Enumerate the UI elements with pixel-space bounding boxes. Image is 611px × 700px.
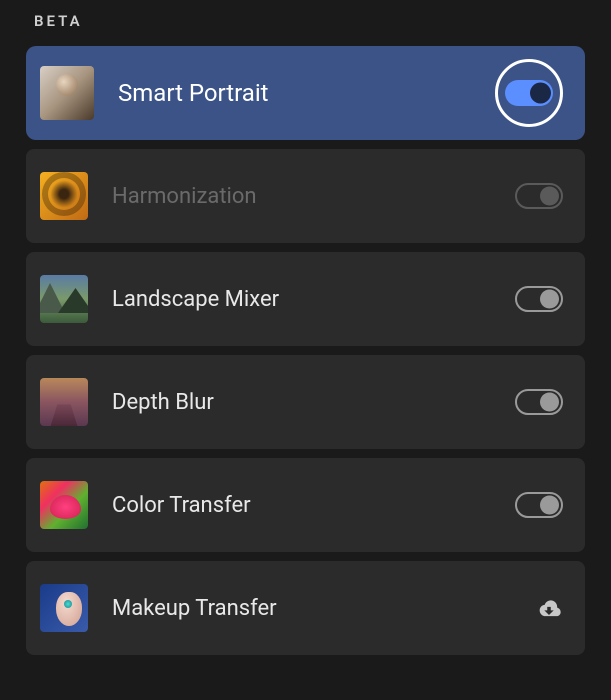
toggle-switch[interactable] (515, 183, 563, 209)
toggle-switch[interactable] (515, 286, 563, 312)
filter-label: Makeup Transfer (112, 596, 535, 621)
filter-item-smart-portrait[interactable]: Smart Portrait (26, 46, 585, 140)
filter-label: Smart Portrait (118, 79, 495, 107)
filter-label: Color Transfer (112, 493, 515, 518)
makeup-transfer-thumbnail-icon (40, 584, 88, 632)
filter-label: Harmonization (112, 184, 515, 209)
beta-filters-panel: BETA Smart Portrait Harmonization Landsc… (0, 0, 611, 655)
filter-item-harmonization[interactable]: Harmonization (26, 149, 585, 243)
toggle-knob (530, 83, 551, 104)
toggle-switch[interactable] (515, 492, 563, 518)
depth-blur-thumbnail-icon (40, 378, 88, 426)
filter-item-color-transfer[interactable]: Color Transfer (26, 458, 585, 552)
filter-item-landscape-mixer[interactable]: Landscape Mixer (26, 252, 585, 346)
toggle-knob (540, 393, 559, 412)
filter-list: Smart Portrait Harmonization Landscape M… (26, 46, 585, 655)
section-header: BETA (34, 12, 585, 30)
filter-label: Landscape Mixer (112, 287, 515, 312)
cloud-download-icon[interactable] (535, 594, 563, 622)
smart-portrait-thumbnail-icon (40, 66, 94, 120)
filter-label: Depth Blur (112, 390, 515, 415)
landscape-mixer-thumbnail-icon (40, 275, 88, 323)
toggle-switch[interactable] (515, 389, 563, 415)
color-transfer-thumbnail-icon (40, 481, 88, 529)
toggle-knob (540, 290, 559, 309)
toggle-switch[interactable] (505, 80, 553, 106)
harmonization-thumbnail-icon (40, 172, 88, 220)
toggle-knob (540, 496, 559, 515)
toggle-knob (540, 187, 559, 206)
toggle-highlight-ring (495, 59, 563, 127)
filter-item-makeup-transfer[interactable]: Makeup Transfer (26, 561, 585, 655)
filter-item-depth-blur[interactable]: Depth Blur (26, 355, 585, 449)
